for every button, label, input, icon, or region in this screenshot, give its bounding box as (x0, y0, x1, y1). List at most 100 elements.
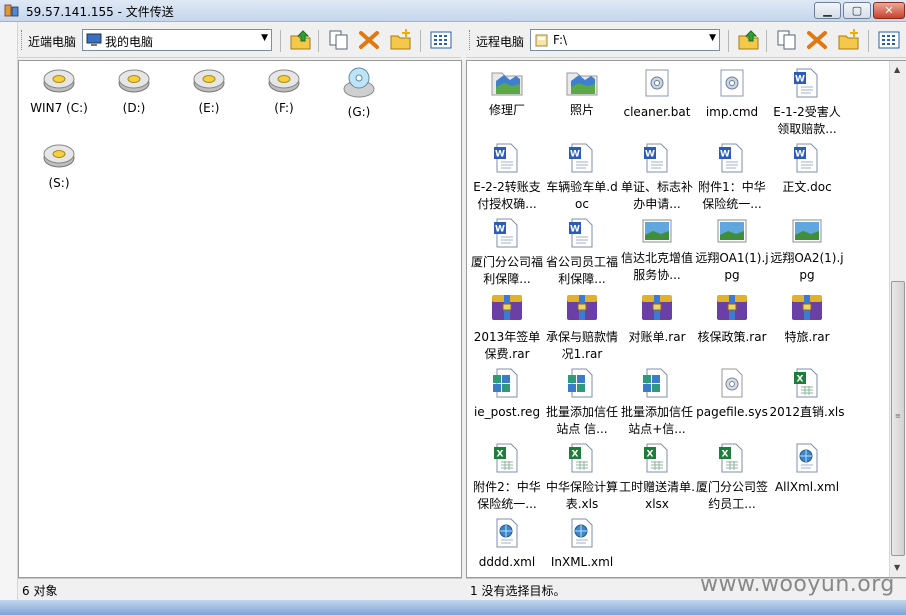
toolbar-grip[interactable] (21, 30, 24, 50)
local-status-bar: 6 对象 (18, 578, 462, 599)
local-copy-button[interactable] (326, 27, 352, 53)
svg-text:X: X (647, 450, 654, 460)
remote-file-item[interactable]: imp.cmd (694, 67, 770, 121)
remote-file-item[interactable]: X 2012直销.xls (769, 367, 845, 421)
remote-location-select[interactable]: F:\ ▼ (530, 29, 720, 51)
word-doc-icon: W (769, 142, 845, 177)
item-label: 对账单.rar (628, 330, 686, 344)
remote-file-item[interactable]: 远翔OA2(1).jpg (769, 217, 845, 284)
minimize-button[interactable]: ▁ (814, 2, 841, 19)
remote-file-item[interactable]: ie_post.reg (469, 367, 545, 421)
local-new-folder-button[interactable] (388, 27, 414, 53)
item-label: 承保与赔款情况1.rar (545, 330, 618, 361)
local-status-text: 6 对象 (22, 584, 58, 598)
rar-archive-icon (619, 292, 695, 327)
local-label: 近端电脑 (28, 35, 77, 49)
remote-file-item[interactable]: dddd.xml (469, 517, 545, 571)
computer-icon (86, 33, 102, 46)
remote-file-item[interactable]: X 中华保险计算表.xls (544, 442, 620, 513)
item-label: (E:) (198, 101, 220, 115)
remote-status-text: 1 没有选择目标。 (470, 584, 566, 598)
remote-file-item[interactable]: 特旅.rar (769, 292, 845, 346)
remote-file-item[interactable]: W 单证、标志补办申请... (619, 142, 695, 213)
remote-delete-button[interactable] (804, 27, 830, 53)
remote-new-folder-button[interactable] (836, 27, 862, 53)
remote-file-item[interactable]: AllXml.xml (769, 442, 845, 496)
remote-file-item[interactable]: 信达北克增值服务协... (619, 217, 695, 284)
remote-file-item[interactable]: 照片 (544, 67, 620, 119)
remote-file-item[interactable]: 承保与赔款情况1.rar (544, 292, 620, 363)
item-label: imp.cmd (705, 105, 759, 119)
local-drive-item[interactable]: (F:) (246, 67, 322, 117)
remote-file-item[interactable]: W 正文.doc (769, 142, 845, 196)
local-drive-item[interactable]: WIN7 (C:) (21, 67, 97, 117)
remote-toolbar: 远程电脑 F:\ ▼ (466, 22, 906, 58)
excel-file-icon: X (619, 442, 695, 477)
remote-file-item[interactable]: pagefile.sys (694, 367, 770, 421)
remote-file-item[interactable]: 2013年签单保费.rar (469, 292, 545, 363)
svg-text:X: X (722, 450, 729, 460)
maximize-button[interactable]: ▢ (843, 2, 871, 19)
remote-file-item[interactable]: 对账单.rar (619, 292, 695, 346)
item-label: cleaner.bat (623, 105, 691, 119)
scroll-up-icon[interactable]: ▲ (894, 65, 900, 74)
local-drive-item[interactable]: (D:) (96, 67, 172, 117)
remote-file-item[interactable]: W 省公司员工福利保障... (544, 217, 620, 288)
remote-file-item[interactable]: 远翔OA1(1).jpg (694, 217, 770, 284)
remote-file-item[interactable]: 修理厂 (469, 67, 545, 119)
remote-view-button[interactable] (876, 27, 902, 53)
svg-text:X: X (797, 375, 804, 385)
remote-file-item[interactable]: 批量添加信任站点+信... (619, 367, 695, 438)
remote-file-item[interactable]: 核保政策.rar (694, 292, 770, 346)
remote-file-item[interactable]: InXML.xml (544, 517, 620, 571)
remote-file-item[interactable]: W 附件1：中华保险统一... (694, 142, 770, 213)
item-label: 工时赠送清单.xlsx (619, 480, 695, 511)
item-label: 厦门分公司签约员工... (695, 480, 768, 511)
local-file-pane[interactable]: WIN7 (C:) (D:) (E:) (F:) (G:) (S:) (18, 60, 462, 578)
remote-file-item[interactable]: W 车辆验车单.doc (544, 142, 620, 213)
remote-file-item[interactable]: X 附件2：中华保险统一... (469, 442, 545, 513)
item-label: 正文.doc (782, 180, 832, 194)
copy-icon (777, 30, 796, 50)
remote-file-item[interactable]: W E-2-2转账支付授权确... (469, 142, 545, 213)
local-location-select[interactable]: 我的电脑 ▼ (82, 29, 272, 51)
thumb-grip-icon: ≡ (895, 412, 901, 420)
remote-vertical-scrollbar[interactable]: ▲ ≡ ▼ (889, 61, 906, 577)
toolbar-grip[interactable] (469, 30, 472, 50)
item-label: 照片 (569, 103, 594, 117)
scrollbar-thumb[interactable]: ≡ (891, 281, 905, 556)
local-delete-button[interactable] (356, 27, 382, 53)
xml-file-icon (544, 517, 620, 552)
remote-up-folder-button[interactable] (736, 27, 762, 53)
item-label: 核保政策.rar (697, 330, 767, 344)
scroll-down-icon[interactable]: ▼ (894, 563, 900, 572)
local-drive-item[interactable]: (G:) (321, 67, 397, 121)
remote-file-item[interactable]: X 厦门分公司签约员工... (694, 442, 770, 513)
item-label: WIN7 (C:) (30, 101, 88, 115)
registry-file-icon (544, 367, 620, 402)
jpg-image-icon (769, 217, 845, 248)
remote-file-item[interactable]: X 工时赠送清单.xlsx (619, 442, 695, 513)
xml-file-icon (469, 517, 545, 552)
remote-file-item[interactable]: cleaner.bat (619, 67, 695, 121)
toolbar-separator (766, 30, 767, 52)
local-drive-item[interactable]: (S:) (21, 142, 97, 192)
close-button[interactable]: ✕ (873, 2, 905, 19)
svg-text:W: W (570, 225, 580, 235)
item-label: 远翔OA1(1).jpg (695, 251, 769, 282)
remote-file-item[interactable]: 批量添加信任站点 信... (544, 367, 620, 438)
remote-file-item[interactable]: W 厦门分公司福利保障... (469, 217, 545, 288)
local-view-button[interactable] (428, 27, 454, 53)
toolbar-separator (280, 30, 281, 52)
remote-file-pane[interactable]: 修理厂 照片 cleaner.bat imp.cmd W E-1-2受害人领取赔款... W… (466, 60, 906, 578)
svg-text:W: W (795, 150, 805, 160)
folder-image-icon (544, 67, 620, 100)
remote-file-item[interactable]: W E-1-2受害人领取赔款... (769, 67, 845, 138)
local-drive-item[interactable]: (E:) (171, 67, 247, 117)
registry-file-icon (469, 367, 545, 402)
local-up-folder-button[interactable] (288, 27, 314, 53)
batch-file-icon (619, 67, 695, 102)
view-icon (430, 31, 452, 49)
remote-copy-button[interactable] (774, 27, 800, 53)
item-label: (F:) (274, 101, 294, 115)
